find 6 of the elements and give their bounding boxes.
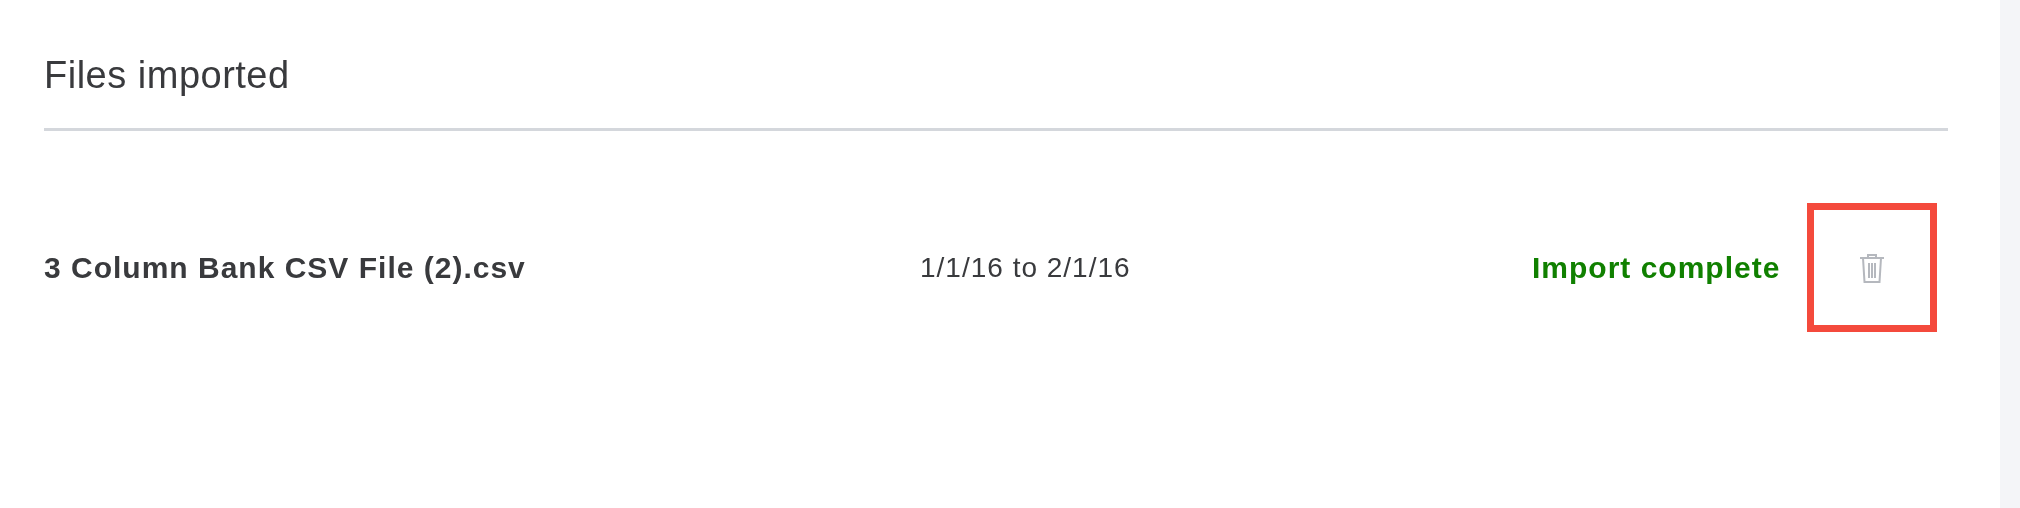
delete-button[interactable] [1858,251,1886,284]
date-range: 1/1/16 to 2/1/16 [920,251,1131,283]
import-status: Import complete [1532,251,1781,284]
trash-icon [1858,251,1886,284]
section-title: Files imported [44,53,290,98]
file-name: 3 Column Bank CSV File (2).csv [44,251,526,284]
